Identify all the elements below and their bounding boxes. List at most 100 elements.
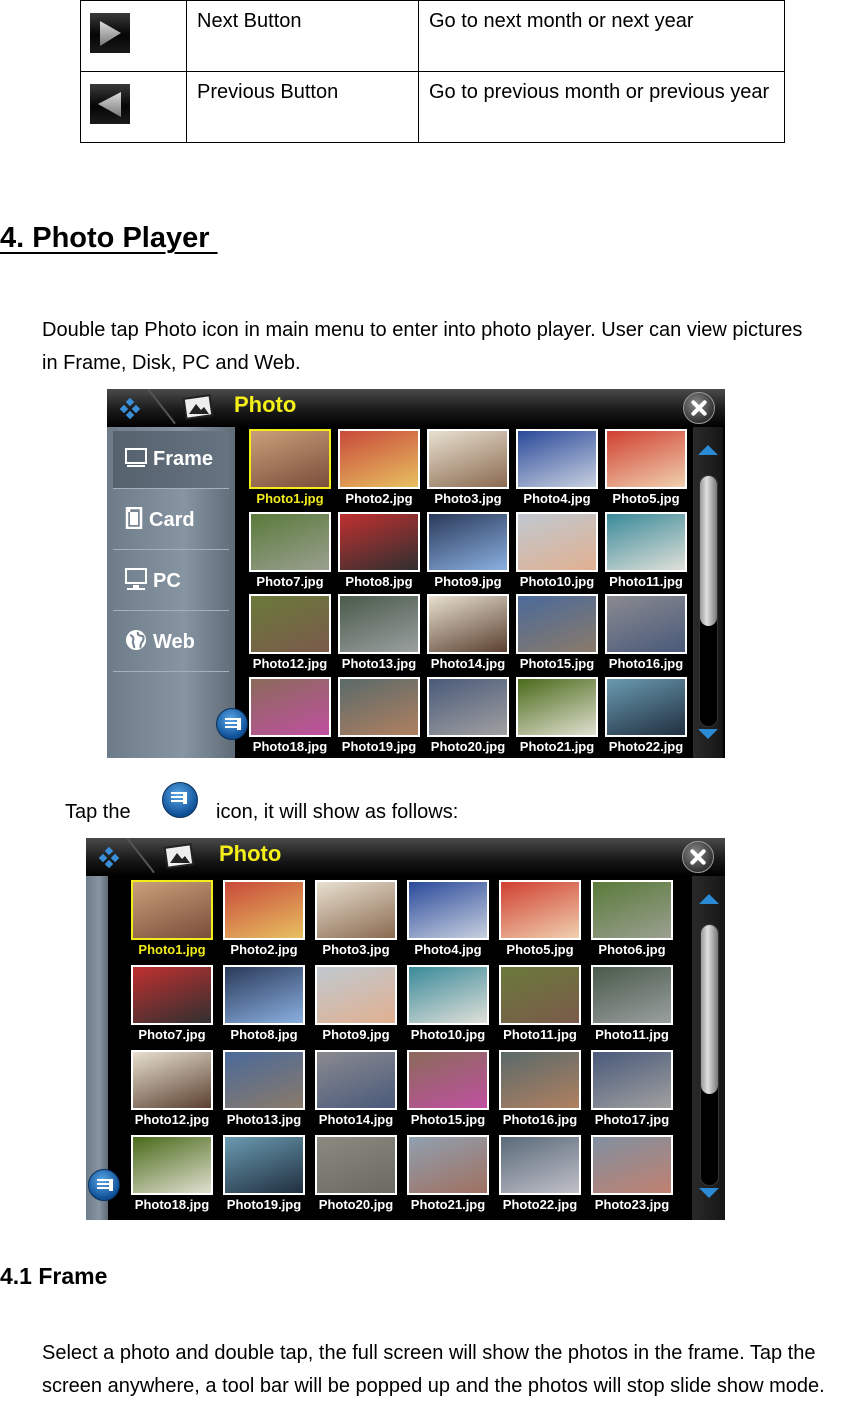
scroll-down-icon[interactable] (698, 729, 718, 739)
home-diamond-icon[interactable] (98, 847, 120, 869)
photo-image (223, 1135, 305, 1195)
photo-thumbnail[interactable]: Photo23.jpg (591, 1135, 673, 1212)
photo-thumbnail[interactable]: Photo7.jpg (131, 965, 213, 1042)
photo-filename: Photo5.jpg (506, 942, 574, 957)
photo-thumbnail[interactable]: Photo21.jpg (407, 1135, 489, 1212)
scroll-down-icon[interactable] (699, 1188, 719, 1198)
photo-image (605, 511, 687, 572)
photo-thumbnail[interactable]: Photo8.jpg (223, 965, 305, 1042)
menu-toggle-button[interactable] (88, 1169, 120, 1201)
close-button[interactable] (682, 841, 714, 873)
photo-thumbnail[interactable]: Photo14.jpg (315, 1050, 397, 1127)
photo-thumbnail[interactable]: Photo3.jpg (315, 880, 397, 957)
photo-image (315, 1050, 397, 1110)
photo-image (407, 1135, 489, 1195)
photo-thumbnail[interactable]: Photo4.jpg (407, 880, 489, 957)
photo-filename: Photo14.jpg (430, 656, 506, 671)
photo-thumbnail[interactable]: Photo15.jpg (407, 1050, 489, 1127)
sidebar-item-web[interactable]: Web (113, 614, 229, 672)
photo-thumbnail[interactable]: Photo9.jpg (427, 511, 509, 589)
photo-filename: Photo12.jpg (252, 656, 328, 671)
button-description: Go to previous month or previous year (418, 71, 785, 143)
photo-thumbnail[interactable]: Photo11.jpg (499, 965, 581, 1042)
pc-icon (125, 567, 147, 596)
photo-thumbnail[interactable]: Photo1.jpg (249, 429, 331, 506)
photo-filename: Photo11.jpg (609, 573, 683, 589)
divider (147, 389, 176, 425)
photo-filename: Photo11.jpg (595, 1027, 669, 1042)
photo-filename: Photo17.jpg (594, 1112, 670, 1127)
scroll-track[interactable] (699, 475, 718, 727)
photo-thumbnail[interactable]: Photo14.jpg (427, 594, 509, 671)
photo-thumbnail[interactable]: Photo19.jpg (223, 1135, 305, 1212)
photo-thumbnail[interactable]: Photo22.jpg (499, 1135, 581, 1212)
photo-thumbnail[interactable]: Photo11.jpg (591, 965, 673, 1042)
scroll-track[interactable] (700, 924, 719, 1186)
photo-thumbnail[interactable]: Photo5.jpg (605, 429, 687, 506)
scroll-thumb[interactable] (701, 925, 718, 1094)
photo-thumbnail[interactable]: Photo21.jpg (516, 676, 598, 754)
scroll-thumb[interactable] (700, 476, 717, 626)
photo-filename: Photo2.jpg (230, 942, 298, 957)
photo-thumbnail[interactable]: Photo19.jpg (338, 676, 420, 754)
home-diamond-icon[interactable] (119, 398, 141, 420)
photo-thumbnail[interactable]: Photo5.jpg (499, 880, 581, 957)
intro-paragraph: Double tap Photo icon in main menu to en… (42, 319, 803, 374)
photo-thumbnail[interactable]: Photo18.jpg (249, 676, 331, 754)
photo-thumbnail[interactable]: Photo16.jpg (605, 594, 687, 671)
close-button[interactable] (683, 392, 715, 424)
previous-arrow-icon (90, 84, 130, 124)
photo-image (407, 965, 489, 1025)
photo-image (605, 429, 687, 489)
photo-thumbnail[interactable]: Photo13.jpg (223, 1050, 305, 1127)
photo-filename: Photo12.jpg (134, 1112, 210, 1127)
photo-thumbnail[interactable]: Photo7.jpg (249, 511, 331, 589)
photo-thumbnail[interactable]: Photo16.jpg (499, 1050, 581, 1127)
photo-thumbnail[interactable]: Photo1.jpg (131, 880, 213, 957)
photo-image (249, 429, 331, 489)
photo-thumbnail[interactable]: Photo3.jpg (427, 429, 509, 506)
photo-filename: Photo2.jpg (345, 491, 413, 506)
photo-thumbnail[interactable]: Photo17.jpg (591, 1050, 673, 1127)
photo-thumbnail[interactable]: Photo4.jpg (516, 429, 598, 506)
photo-thumbnail[interactable]: Photo18.jpg (131, 1135, 213, 1212)
photo-thumbnail[interactable]: Photo9.jpg (315, 965, 397, 1042)
photo-thumbnail[interactable]: Photo2.jpg (338, 429, 420, 506)
button-description: Go to next month or next year (418, 0, 785, 72)
sidebar-item-card[interactable]: Card (113, 492, 229, 550)
photo-image (516, 594, 598, 654)
scrollbar[interactable] (693, 427, 723, 758)
photo-image (499, 880, 581, 940)
photo-filename: Photo13.jpg (226, 1112, 302, 1127)
photo-thumbnail[interactable]: Photo2.jpg (223, 880, 305, 957)
photo-filename: Photo15.jpg (519, 656, 595, 671)
photo-app-icon (182, 394, 214, 420)
menu-toggle-button[interactable] (216, 708, 248, 740)
photo-thumbnail[interactable]: Photo22.jpg (605, 676, 687, 754)
photo-thumbnail[interactable]: Photo20.jpg (427, 676, 509, 754)
sidebar-item-frame[interactable]: Frame (113, 431, 229, 489)
title-bar: Photo (86, 838, 725, 876)
photo-image (499, 965, 581, 1025)
photo-thumbnail[interactable]: Photo15.jpg (516, 594, 598, 671)
title-bar: Photo (107, 389, 725, 427)
photo-filename: Photo18.jpg (252, 738, 328, 754)
photo-thumbnail[interactable]: Photo12.jpg (249, 594, 331, 671)
photo-thumbnail[interactable]: Photo10.jpg (407, 965, 489, 1042)
photo-thumbnail[interactable]: Photo20.jpg (315, 1135, 397, 1212)
sidebar-item-pc[interactable]: PC (113, 553, 229, 611)
photo-thumbnail[interactable]: Photo13.jpg (338, 594, 420, 671)
photo-filename: Photo9.jpg (322, 1027, 390, 1042)
photo-thumbnail[interactable]: Photo6.jpg (591, 880, 673, 957)
photo-thumbnail[interactable]: Photo12.jpg (131, 1050, 213, 1127)
photo-image (427, 511, 509, 572)
scroll-up-icon[interactable] (699, 894, 719, 904)
photo-thumbnail[interactable]: Photo11.jpg (605, 511, 687, 589)
section-heading: 4. Photo Player (0, 222, 218, 254)
photo-thumbnail[interactable]: Photo10.jpg (516, 511, 598, 589)
photo-filename: Photo9.jpg (434, 573, 502, 589)
photo-image (591, 1050, 673, 1110)
scroll-up-icon[interactable] (698, 445, 718, 455)
photo-thumbnail[interactable]: Photo8.jpg (338, 511, 420, 589)
scrollbar[interactable] (692, 876, 725, 1220)
